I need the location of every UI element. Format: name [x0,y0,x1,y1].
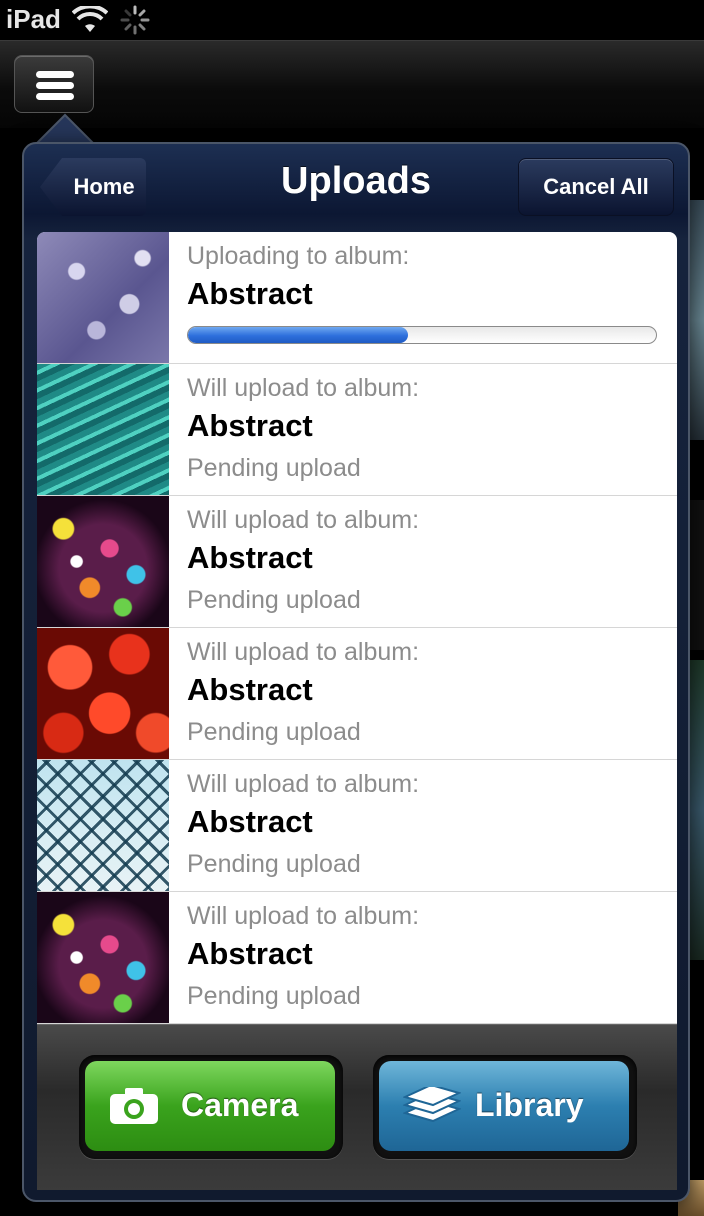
upload-row[interactable]: Will upload to album: Abstract Pending u… [37,364,677,496]
upload-row[interactable]: Will upload to album: Abstract Pending u… [37,892,677,1024]
album-name: Abstract [187,276,313,311]
page-title: Uploads [281,160,431,202]
library-button[interactable]: Library [379,1061,629,1151]
camera-button[interactable]: Camera [85,1061,335,1151]
thumbnail-teal-feathers [37,364,169,495]
upload-caption: Will upload to album: [187,902,420,930]
thumbnail-red-bokeh [37,628,169,759]
home-back-button[interactable]: Home [40,158,146,216]
thumbnail-water-droplets [37,232,169,363]
popover-nav-bar: Home Uploads Cancel All [24,144,688,230]
carrier-label: iPad [6,4,61,34]
album-name: Abstract [187,408,313,443]
cancel-all-button[interactable]: Cancel All [518,158,674,216]
app-toolbar [0,40,704,128]
popover-bottom-toolbar: Camera Library [37,1024,677,1190]
album-name: Abstract [187,672,313,707]
upload-status: Pending upload [187,586,361,614]
camera-label: Camera [181,1087,299,1123]
upload-caption: Will upload to album: [187,506,420,534]
library-button-well: Library [373,1055,637,1159]
upload-progress-fill [188,327,408,343]
upload-caption: Will upload to album: [187,770,420,798]
upload-row[interactable]: Will upload to album: Abstract Pending u… [37,628,677,760]
camera-icon [109,1087,159,1133]
upload-status: Pending upload [187,982,361,1010]
upload-caption: Will upload to album: [187,638,420,666]
thumbnail-bokeh-lights [37,496,169,627]
upload-status: Pending upload [187,850,361,878]
activity-spinner-icon [120,5,150,40]
album-name: Abstract [187,936,313,971]
thumbnail-bokeh-lights [37,892,169,1023]
upload-row[interactable]: Will upload to album: Abstract Pending u… [37,496,677,628]
thumbnail-wire-mesh [37,760,169,891]
upload-progress-bar [187,326,657,344]
upload-caption: Will upload to album: [187,374,420,402]
status-bar: iPad [0,0,704,40]
camera-button-well: Camera [79,1055,343,1159]
upload-caption: Uploading to album: [187,242,410,270]
menu-button[interactable] [14,55,94,113]
library-label: Library [475,1087,584,1123]
upload-status: Pending upload [187,718,361,746]
upload-status: Pending upload [187,454,361,482]
upload-row[interactable]: Will upload to album: Abstract Pending u… [37,760,677,892]
home-back-label: Home [73,174,135,199]
album-name: Abstract [187,804,313,839]
upload-row[interactable]: Uploading to album: Abstract [37,232,677,364]
upload-list: Uploading to album: Abstract Will upload… [37,232,677,1024]
uploads-popover: Home Uploads Cancel All Uploading to alb… [22,142,690,1202]
wifi-icon [71,4,109,39]
photo-stack-icon [402,1083,462,1133]
album-name: Abstract [187,540,313,575]
